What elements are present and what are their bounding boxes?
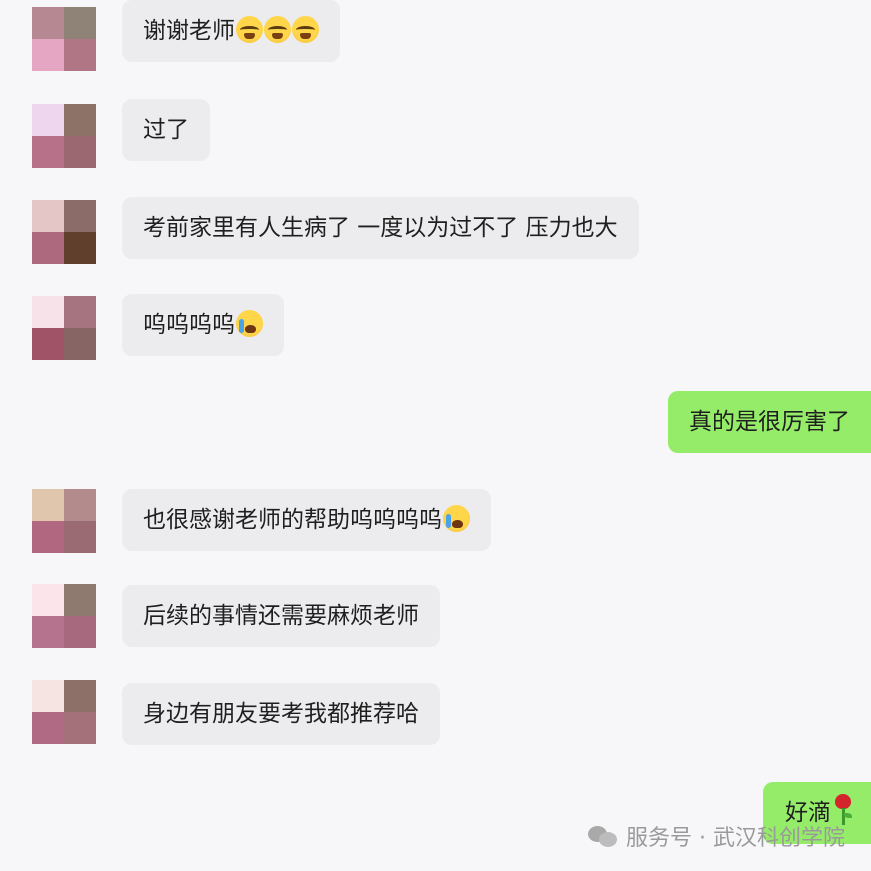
avatar[interactable] (32, 7, 96, 71)
message-text: 过了 (143, 117, 189, 143)
face-with-tears-icon (443, 505, 470, 532)
message-bubble[interactable]: 呜呜呜呜 (122, 294, 284, 356)
avatar[interactable] (32, 104, 96, 168)
message-bubble[interactable]: 过了 (122, 99, 210, 161)
watermark-text: 服务号 · 武汉科创学院 (626, 826, 845, 851)
avatar[interactable] (32, 680, 96, 744)
message-text: 身边有朋友要考我都推荐哈 (143, 701, 419, 727)
watermark: 服务号 · 武汉科创学院 (588, 816, 845, 856)
message-bubble[interactable]: 真的是很厉害了 (668, 391, 871, 453)
message-bubble[interactable]: 考前家里有人生病了 一度以为过不了 压力也大 (122, 197, 639, 259)
message-text: 考前家里有人生病了 一度以为过不了 压力也大 (143, 215, 618, 241)
message-bubble[interactable]: 谢谢老师 (122, 0, 340, 62)
message-text: 呜呜呜呜 (143, 312, 235, 338)
wechat-icon (588, 824, 618, 848)
loudly-crying-face-icon (264, 16, 291, 43)
message-text: 后续的事情还需要麻烦老师 (143, 603, 419, 629)
message-text: 谢谢老师 (143, 18, 235, 44)
message-bubble[interactable]: 身边有朋友要考我都推荐哈 (122, 683, 440, 745)
loudly-crying-face-icon (236, 16, 263, 43)
avatar[interactable] (32, 296, 96, 360)
loudly-crying-face-icon (292, 16, 319, 43)
message-text: 也很感谢老师的帮助呜呜呜呜 (143, 507, 442, 533)
avatar[interactable] (32, 489, 96, 553)
message-bubble[interactable]: 后续的事情还需要麻烦老师 (122, 585, 440, 647)
face-with-tears-icon (236, 310, 263, 337)
avatar[interactable] (32, 200, 96, 264)
avatar[interactable] (32, 584, 96, 648)
message-text: 真的是很厉害了 (689, 409, 850, 435)
message-bubble[interactable]: 也很感谢老师的帮助呜呜呜呜 (122, 489, 491, 551)
